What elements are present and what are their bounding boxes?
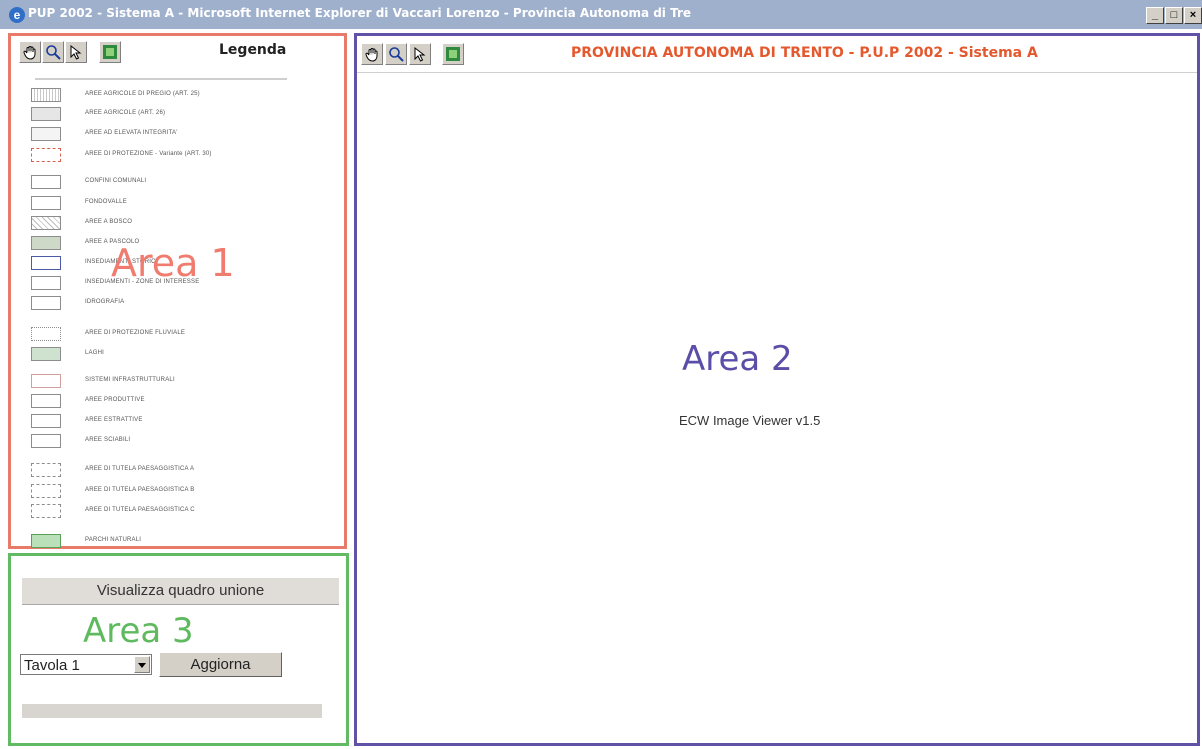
status-bar xyxy=(22,704,322,718)
legend-text: AREE AD ELEVATA INTEGRITA' xyxy=(85,130,178,136)
header-separator xyxy=(357,72,1197,73)
window-titlebar: e PUP 2002 - Sistema A - Microsoft Inter… xyxy=(0,0,1202,29)
legend-symbol xyxy=(31,216,61,230)
full-extent-icon[interactable] xyxy=(99,41,121,63)
pan-hand-icon[interactable] xyxy=(19,41,41,63)
legend-symbol xyxy=(31,88,61,102)
legend-text: FONDOVALLE xyxy=(85,199,127,205)
ie-logo-icon: e xyxy=(9,7,25,23)
legend-title: Legenda xyxy=(219,42,287,58)
legend-symbol xyxy=(31,484,61,498)
legend-symbol xyxy=(31,504,61,518)
legend-symbol xyxy=(31,414,61,428)
legend-text: AREE PRODUTTIVE xyxy=(85,397,145,403)
maximize-button[interactable]: □ xyxy=(1165,7,1183,24)
legend-symbol xyxy=(31,327,61,341)
legend-text: AREE DI TUTELA PAESAGGISTICA C xyxy=(85,507,195,513)
legend-text: AREE DI TUTELA PAESAGGISTICA B xyxy=(85,487,195,493)
legend-symbol xyxy=(31,107,61,121)
legend-text: AREE DI PROTEZIONE - Variante (ART. 30) xyxy=(85,151,212,157)
zoom-icon[interactable] xyxy=(42,41,64,63)
legend-symbol xyxy=(31,127,61,141)
minimize-button[interactable]: _ xyxy=(1146,7,1164,24)
legend-symbol xyxy=(31,347,61,361)
full-extent-icon[interactable] xyxy=(442,43,464,65)
visualizza-quadro-unione-button[interactable]: Visualizza quadro unione xyxy=(22,577,339,605)
legend-text: CONFINI COMUNALI xyxy=(85,178,147,184)
legend-text: AREE AGRICOLE DI PREGIO (ART. 25) xyxy=(85,91,200,97)
legend-text: AREE DI TUTELA PAESAGGISTICA A xyxy=(85,466,195,472)
legend-text: IDROGRAFIA xyxy=(85,299,125,305)
legend-text: PARCHI NATURALI xyxy=(85,537,142,543)
select-arrow-icon[interactable] xyxy=(409,43,431,65)
window-title: PUP 2002 - Sistema A - Microsoft Interne… xyxy=(28,6,692,20)
legend-symbol xyxy=(31,175,61,189)
legend-text: AREE AGRICOLE (ART. 26) xyxy=(85,110,166,116)
legend-text: SISTEMI INFRASTRUTTURALI xyxy=(85,377,175,383)
legend-symbol xyxy=(31,296,61,310)
page-title: PROVINCIA AUTONOMA DI TRENTO - P.U.P 200… xyxy=(571,45,1038,61)
legend-symbol xyxy=(31,196,61,210)
viewer-version-text: ECW Image Viewer v1.5 xyxy=(679,413,821,428)
chevron-down-icon[interactable] xyxy=(134,656,150,673)
legend-symbol xyxy=(31,374,61,388)
legend-symbol xyxy=(31,236,61,250)
legend-text: LAGHI xyxy=(85,350,105,356)
area-3-controls-panel: Visualizza quadro unione Area 3 Tavola 1… xyxy=(8,553,349,746)
area-1-legend-panel: Legenda AREE AGRICOLE DI PREGIO (ART. 25… xyxy=(8,33,347,549)
legend-symbol xyxy=(31,534,61,548)
pan-hand-icon[interactable] xyxy=(361,43,383,65)
area-2-map-viewer: PROVINCIA AUTONOMA DI TRENTO - P.U.P 200… xyxy=(354,33,1200,746)
legend-text: AREE A BOSCO xyxy=(85,219,133,225)
legend-symbol xyxy=(31,276,61,290)
close-button[interactable]: × xyxy=(1184,7,1202,24)
legend-text: AREE SCIABILI xyxy=(85,437,131,443)
legend-symbol xyxy=(31,463,61,477)
area-2-label: Area 2 xyxy=(682,339,793,379)
area-3-label: Area 3 xyxy=(83,611,194,651)
legend-symbol xyxy=(31,148,61,162)
aggiorna-button[interactable]: Aggiorna xyxy=(159,652,282,677)
window-controls: _ □ × xyxy=(1146,7,1202,24)
select-arrow-icon[interactable] xyxy=(65,41,87,63)
tavola-select-value: Tavola 1 xyxy=(24,657,80,674)
legend-symbol xyxy=(31,394,61,408)
legend-text: AREE DI PROTEZIONE FLUVIALE xyxy=(85,330,186,336)
legend-symbol xyxy=(31,434,61,448)
zoom-icon[interactable] xyxy=(385,43,407,65)
tavola-select[interactable]: Tavola 1 xyxy=(20,654,152,675)
legend-symbol xyxy=(31,256,61,270)
area-1-label: Area 1 xyxy=(111,241,235,285)
legend-separator xyxy=(35,78,287,80)
legend-text: AREE ESTRATTIVE xyxy=(85,417,143,423)
